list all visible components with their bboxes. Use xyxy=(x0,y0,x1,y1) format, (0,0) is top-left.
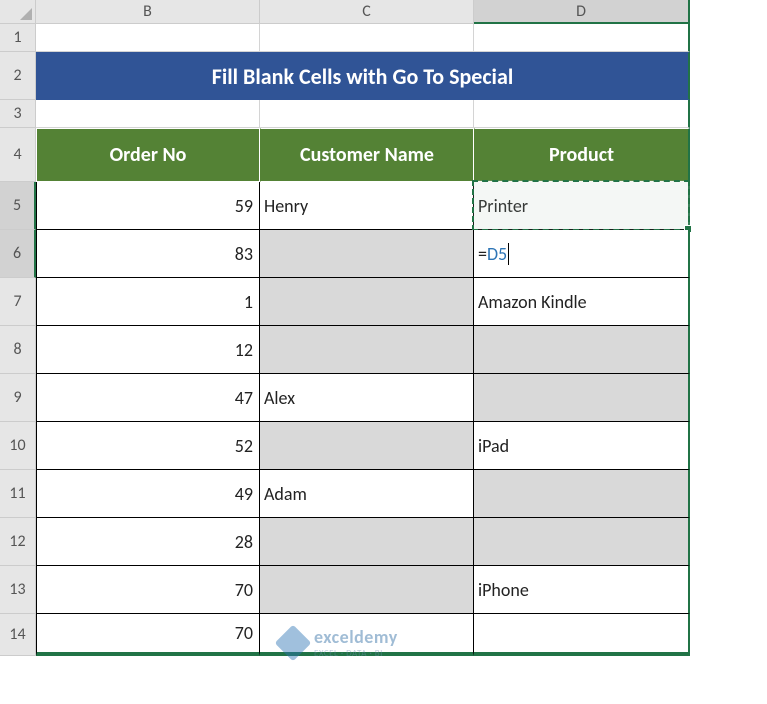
cell-d6-editing[interactable]: =D5 xyxy=(474,230,690,278)
row-header-5[interactable]: 5 xyxy=(0,182,36,230)
row-header-9[interactable]: 9 xyxy=(0,374,36,422)
cell-c8[interactable] xyxy=(260,326,474,374)
cell-d13[interactable]: iPhone xyxy=(474,566,690,614)
cell-b14[interactable]: 70 xyxy=(36,614,260,656)
row-header-8[interactable]: 8 xyxy=(0,326,36,374)
cell-d5-value: Printer xyxy=(478,195,528,217)
title-cell[interactable]: Fill Blank Cells with Go To Special xyxy=(36,52,690,100)
cell-b9[interactable]: 47 xyxy=(36,374,260,422)
cell-c14[interactable] xyxy=(260,614,474,656)
select-all-corner[interactable] xyxy=(0,0,36,24)
cell-b5[interactable]: 59 xyxy=(36,182,260,230)
cell-c12[interactable] xyxy=(260,518,474,566)
row-header-10[interactable]: 10 xyxy=(0,422,36,470)
cell-d12[interactable] xyxy=(474,518,690,566)
row-header-1[interactable]: 1 xyxy=(0,24,36,52)
formula-equals: = xyxy=(478,243,487,265)
cell-c1[interactable] xyxy=(260,24,474,52)
col-header-d[interactable]: D xyxy=(474,0,690,24)
formula-cell-ref: D5 xyxy=(487,243,509,265)
cell-d3[interactable] xyxy=(474,100,690,128)
cell-d11[interactable] xyxy=(474,470,690,518)
cell-c3[interactable] xyxy=(260,100,474,128)
cell-d14[interactable] xyxy=(474,614,690,656)
cell-b13[interactable]: 70 xyxy=(36,566,260,614)
cell-b11[interactable]: 49 xyxy=(36,470,260,518)
cell-d9[interactable] xyxy=(474,374,690,422)
col-header-c[interactable]: C xyxy=(260,0,474,24)
cell-b6[interactable]: 83 xyxy=(36,230,260,278)
cell-d7[interactable]: Amazon Kindle xyxy=(474,278,690,326)
spreadsheet-grid: B C D 1 2 Fill Blank Cells with Go To Sp… xyxy=(0,0,767,656)
cell-c11[interactable]: Adam xyxy=(260,470,474,518)
col-header-b[interactable]: B xyxy=(36,0,260,24)
cell-d5[interactable]: Printer xyxy=(474,182,690,230)
cell-d1[interactable] xyxy=(474,24,690,52)
cell-b10[interactable]: 52 xyxy=(36,422,260,470)
header-product[interactable]: Product xyxy=(474,128,690,182)
row-header-3[interactable]: 3 xyxy=(0,100,36,128)
header-customer-name[interactable]: Customer Name xyxy=(260,128,474,182)
cell-c6[interactable] xyxy=(260,230,474,278)
row-header-14[interactable]: 14 xyxy=(0,614,36,656)
row-header-7[interactable]: 7 xyxy=(0,278,36,326)
row-header-4[interactable]: 4 xyxy=(0,128,36,182)
cell-b12[interactable]: 28 xyxy=(36,518,260,566)
cell-d10[interactable]: iPad xyxy=(474,422,690,470)
cell-c9[interactable]: Alex xyxy=(260,374,474,422)
cell-c7[interactable] xyxy=(260,278,474,326)
cell-b1[interactable] xyxy=(36,24,260,52)
row-header-6[interactable]: 6 xyxy=(0,230,36,278)
cell-c13[interactable] xyxy=(260,566,474,614)
cell-b8[interactable]: 12 xyxy=(36,326,260,374)
cell-b7[interactable]: 1 xyxy=(36,278,260,326)
cell-c10[interactable] xyxy=(260,422,474,470)
cell-d8[interactable] xyxy=(474,326,690,374)
row-header-2[interactable]: 2 xyxy=(0,52,36,100)
header-order-no[interactable]: Order No xyxy=(36,128,260,182)
cell-c5[interactable]: Henry xyxy=(260,182,474,230)
cell-b3[interactable] xyxy=(36,100,260,128)
row-header-12[interactable]: 12 xyxy=(0,518,36,566)
row-header-13[interactable]: 13 xyxy=(0,566,36,614)
row-header-11[interactable]: 11 xyxy=(0,470,36,518)
